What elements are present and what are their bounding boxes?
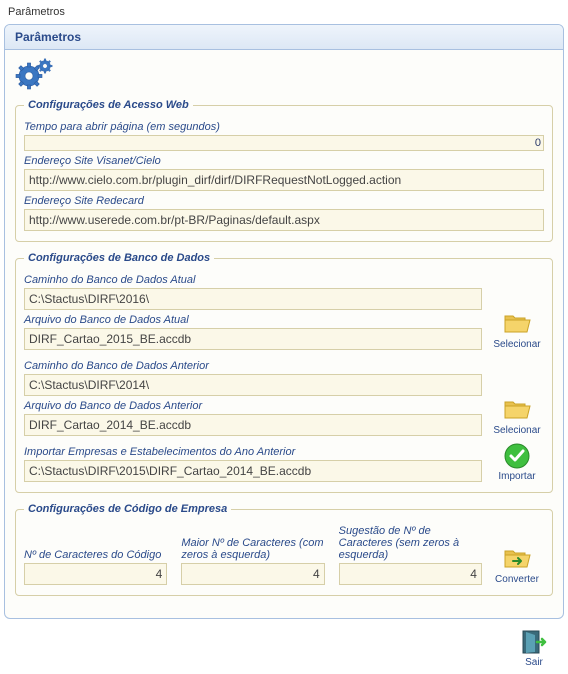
timeout-label: Tempo para abrir página (em segundos)	[24, 121, 544, 133]
group-db-legend: Configurações de Banco de Dados	[24, 252, 214, 264]
cur-path-input[interactable]	[24, 288, 482, 310]
exit-button[interactable]	[519, 629, 549, 655]
prev-file-input[interactable]	[24, 414, 482, 436]
window-title: Parâmetros	[4, 4, 564, 24]
cur-file-label: Arquivo do Banco de Dados Atual	[24, 314, 482, 326]
maior-input[interactable]	[181, 563, 324, 585]
prev-path-label: Caminho do Banco de Dados Anterior	[24, 360, 482, 372]
group-codigo-legend: Configurações de Código de Empresa	[24, 503, 231, 515]
redecard-input[interactable]	[24, 209, 544, 231]
redecard-label: Endereço Site Redecard	[24, 195, 544, 207]
cur-file-input[interactable]	[24, 328, 482, 350]
select-current-button[interactable]	[502, 311, 532, 337]
prev-file-label: Arquivo do Banco de Dados Anterior	[24, 400, 482, 412]
select-previous-caption: Selecionar	[490, 425, 544, 436]
import-caption: Importar	[490, 471, 544, 482]
group-web-legend: Configurações de Acesso Web	[24, 99, 193, 111]
sugestao-input[interactable]	[339, 563, 482, 585]
import-input[interactable]	[24, 460, 482, 482]
convert-caption: Converter	[490, 574, 544, 585]
parametros-panel: Parâmetros	[4, 24, 564, 619]
sugestao-label: Sugestão de Nº de Caracteres (sem zeros …	[339, 525, 482, 561]
import-label: Importar Empresas e Estabelecimentos do …	[24, 446, 482, 458]
select-current-caption: Selecionar	[490, 339, 544, 350]
visanet-label: Endereço Site Visanet/Cielo	[24, 155, 544, 167]
import-button[interactable]	[502, 443, 532, 469]
prev-path-input[interactable]	[24, 374, 482, 396]
timeout-value[interactable]: 0	[24, 135, 544, 151]
group-codigo: Configurações de Código de Empresa Nº de…	[15, 503, 553, 596]
exit-caption: Sair	[510, 657, 558, 668]
gear-icon	[15, 58, 553, 93]
panel-header: Parâmetros	[5, 25, 563, 50]
visanet-input[interactable]	[24, 169, 544, 191]
convert-button[interactable]	[502, 546, 532, 572]
maior-label: Maior Nº de Caracteres (com zeros à esqu…	[181, 537, 324, 561]
group-db: Configurações de Banco de Dados Caminho …	[15, 252, 553, 493]
select-previous-button[interactable]	[502, 397, 532, 423]
group-web: Configurações de Acesso Web Tempo para a…	[15, 99, 553, 242]
ncar-label: Nº de Caracteres do Código	[24, 549, 167, 561]
cur-path-label: Caminho do Banco de Dados Atual	[24, 274, 482, 286]
ncar-input[interactable]	[24, 563, 167, 585]
